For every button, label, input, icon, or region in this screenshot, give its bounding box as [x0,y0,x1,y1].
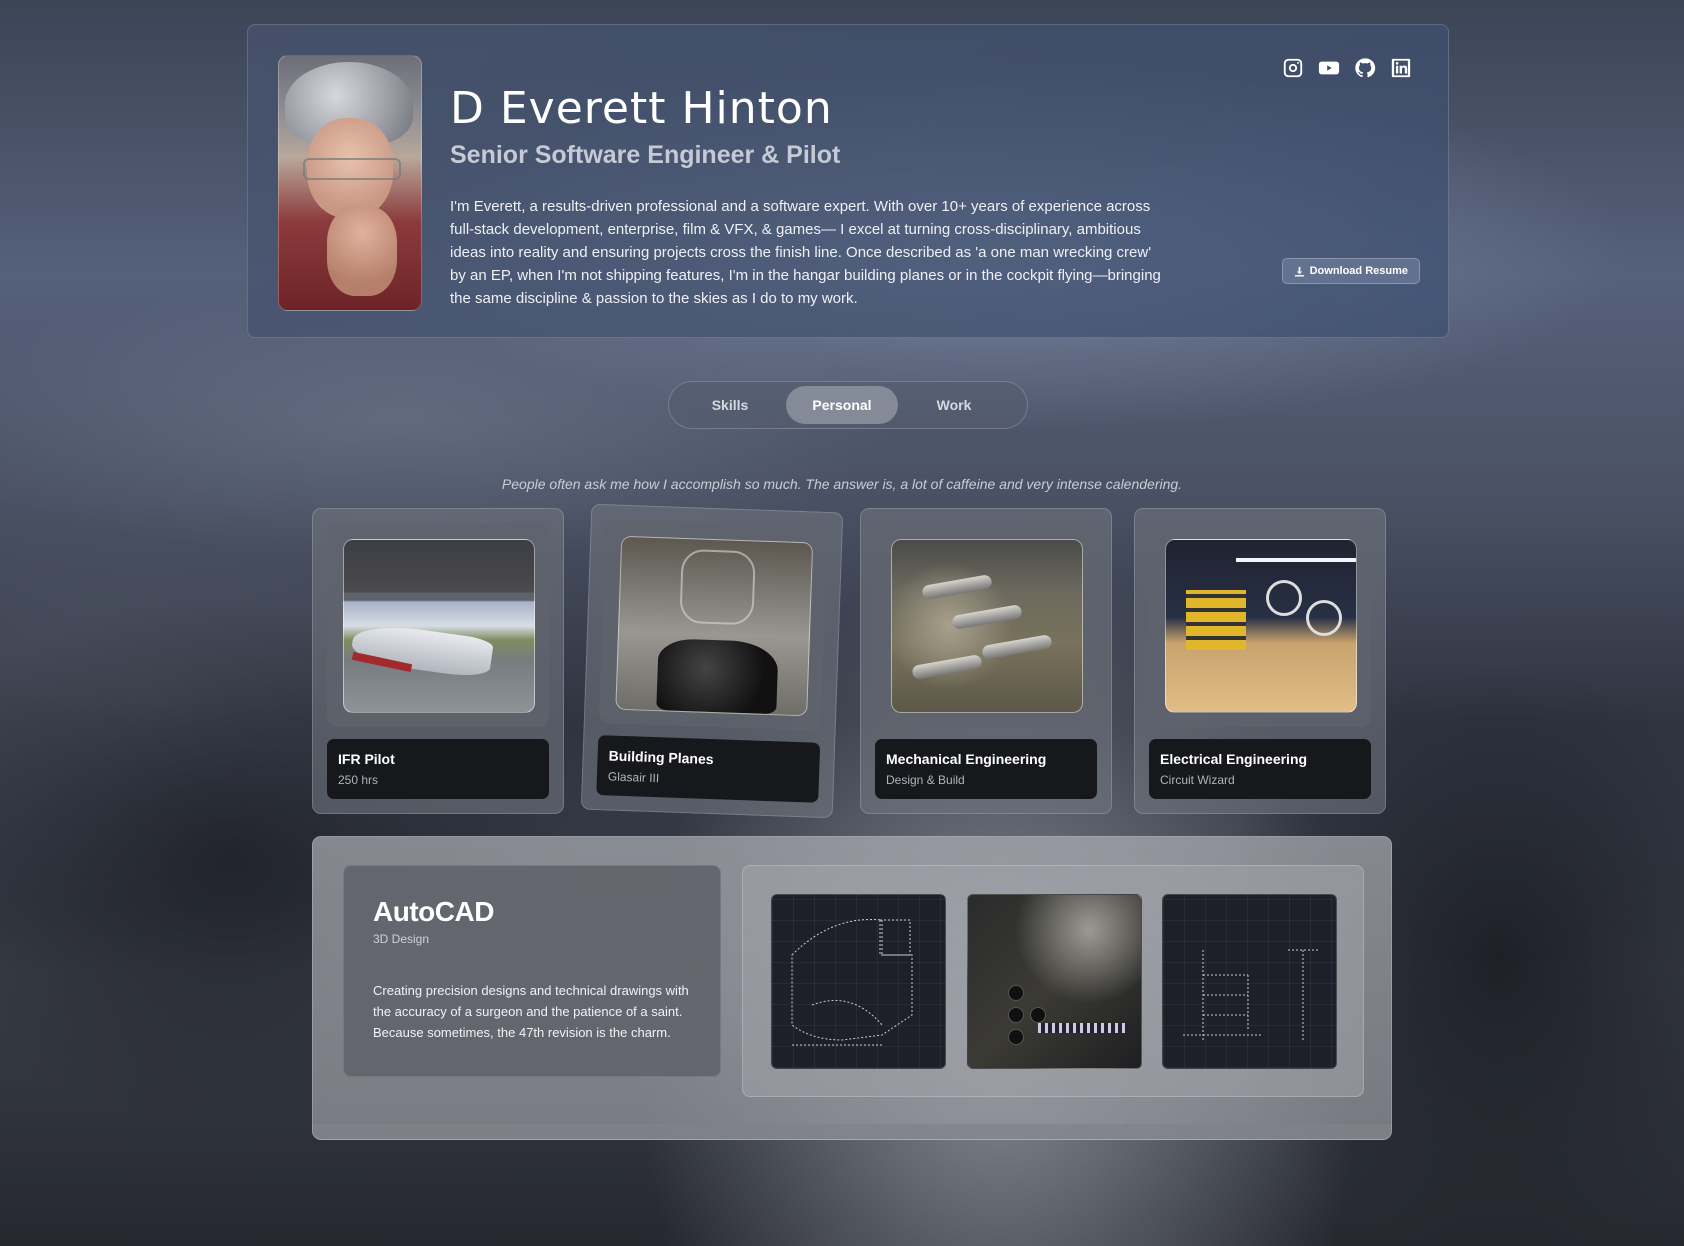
download-resume-label: Download Resume [1309,265,1408,277]
instagram-icon[interactable] [1282,57,1304,79]
hangar-photo [343,539,535,713]
card-title: IFR Pilot [338,751,395,767]
engine-parts-photo [891,539,1083,713]
card-subtitle: 250 hrs [338,773,379,787]
card-title: Mechanical Engineering [886,751,1047,767]
youtube-icon[interactable] [1318,57,1340,79]
tab-work[interactable]: Work [898,386,1010,424]
featured-title: AutoCAD [373,896,494,927]
linkedin-icon[interactable] [1390,57,1412,79]
download-resume-button[interactable]: Download Resume [1281,258,1420,284]
aircraft-build-photo [615,535,814,717]
profile-portrait [278,55,422,311]
featured-description: Creating precision designs and technical… [373,983,689,1040]
card-building-planes[interactable]: Building Planes Glasair III [580,503,844,819]
profile-bio: I'm Everett, a results-driven profession… [450,198,1161,307]
card-title: Electrical Engineering [1160,751,1308,767]
social-links [1282,57,1412,79]
card-mechanical-engineering[interactable]: Mechanical Engineering Design & Build [860,508,1112,814]
download-icon [1294,266,1304,277]
card-caption: Electrical Engineering Circuit Wizard [1149,739,1371,799]
card-caption: IFR Pilot 250 hrs [327,739,549,799]
tab-skills[interactable]: Skills [674,386,786,424]
featured-gallery [742,865,1364,1097]
personal-quote: People often ask me how I accomplish so … [501,476,1183,492]
profile-name: D Everett Hinton [450,83,833,134]
profile-title: Senior Software Engineer & Pilot [450,141,841,169]
card-title: Building Planes [608,747,714,768]
card-caption: Building Planes Glasair III [596,735,821,803]
card-caption: Mechanical Engineering Design & Build [875,739,1097,799]
cad-drawing-thumbnail[interactable] [771,894,946,1069]
featured-subtitle: 3D Design [373,932,430,946]
tab-personal[interactable]: Personal [786,386,898,424]
workbench-photo [1165,539,1357,713]
profile-header-card: D Everett Hinton Senior Software Enginee… [247,24,1449,338]
card-ifr-pilot[interactable]: IFR Pilot 250 hrs [312,508,564,814]
card-subtitle: Glasair III [607,769,660,786]
cad-schematic-thumbnail[interactable] [1162,894,1337,1069]
github-icon[interactable] [1354,57,1376,79]
card-subtitle: Circuit Wizard [1160,773,1235,787]
card-electrical-engineering[interactable]: Electrical Engineering Circuit Wizard [1134,508,1386,814]
section-tabs: Skills Personal Work [668,381,1028,429]
featured-skill-panel: AutoCAD 3D Design Creating precision des… [312,836,1392,1140]
cnc-plate-thumbnail[interactable] [967,894,1142,1069]
card-subtitle: Design & Build [886,773,965,787]
featured-info: AutoCAD 3D Design Creating precision des… [343,865,721,1077]
